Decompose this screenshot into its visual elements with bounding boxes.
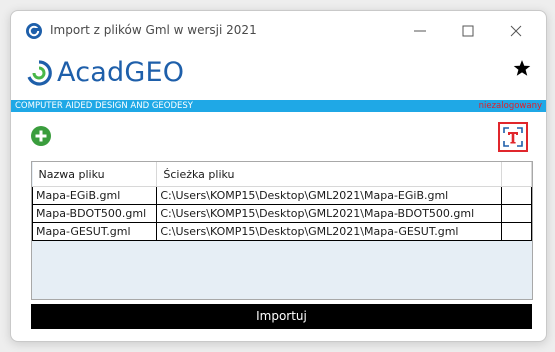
- close-icon: [510, 25, 522, 37]
- maximize-button[interactable]: [454, 18, 482, 44]
- close-button[interactable]: [502, 18, 530, 44]
- title-bar[interactable]: Import z plików Gml w wersji 2021: [11, 11, 546, 51]
- file-path-cell[interactable]: C:\Users\KOMP15\Desktop\GML2021\Mapa-GES…: [156, 222, 502, 241]
- window-title: Import z plików Gml w wersji 2021: [50, 23, 257, 37]
- minimize-icon: [414, 30, 426, 32]
- file-name-cell[interactable]: Mapa-EGiB.gml: [32, 186, 158, 205]
- login-status[interactable]: niezalogowany: [479, 100, 542, 112]
- table-row[interactable]: Mapa-GESUT.gml C:\Users\KOMP15\Desktop\G…: [32, 222, 532, 241]
- brand-banner: COMPUTER AIDED DESIGN AND GEODESY niezal…: [11, 100, 546, 112]
- table-row[interactable]: Mapa-EGiB.gml C:\Users\KOMP15\Desktop\GM…: [32, 186, 532, 205]
- column-header-path[interactable]: Ścieżka pliku: [156, 162, 502, 187]
- file-name-cell[interactable]: Mapa-BDOT500.gml: [32, 204, 158, 223]
- maximize-icon: [462, 25, 474, 37]
- row-filler-cell: [500, 186, 532, 205]
- import-window: Import z plików Gml w wersji 2021 AcadGE…: [10, 10, 547, 342]
- table-header-row: Nazwa pliku Ścieżka pliku: [32, 162, 532, 187]
- file-path-cell[interactable]: C:\Users\KOMP15\Desktop\GML2021\Mapa-EGi…: [156, 186, 502, 205]
- logo-text: AcadGEO: [57, 57, 185, 88]
- app-icon: [26, 23, 42, 39]
- file-table: Nazwa pliku Ścieżka pliku Mapa-EGiB.gml …: [31, 161, 533, 300]
- file-path-cell[interactable]: C:\Users\KOMP15\Desktop\GML2021\Mapa-BDO…: [156, 204, 502, 223]
- banner-tagline: COMPUTER AIDED DESIGN AND GEODESY: [15, 101, 193, 111]
- row-filler-cell: [500, 222, 532, 241]
- text-tool-button[interactable]: [498, 122, 528, 152]
- file-name-cell[interactable]: Mapa-GESUT.gml: [32, 222, 158, 241]
- row-filler-cell: [500, 204, 532, 223]
- star-icon[interactable]: [513, 59, 531, 77]
- table-row[interactable]: Mapa-BDOT500.gml C:\Users\KOMP15\Desktop…: [32, 204, 532, 223]
- add-circle-icon[interactable]: [31, 126, 51, 146]
- import-button[interactable]: Importuj: [31, 304, 532, 329]
- text-frame-icon: [503, 127, 523, 147]
- minimize-button[interactable]: [406, 18, 434, 44]
- column-header-name[interactable]: Nazwa pliku: [32, 162, 158, 187]
- logo-swirl-icon: [27, 60, 52, 86]
- column-header-filler: [501, 162, 532, 187]
